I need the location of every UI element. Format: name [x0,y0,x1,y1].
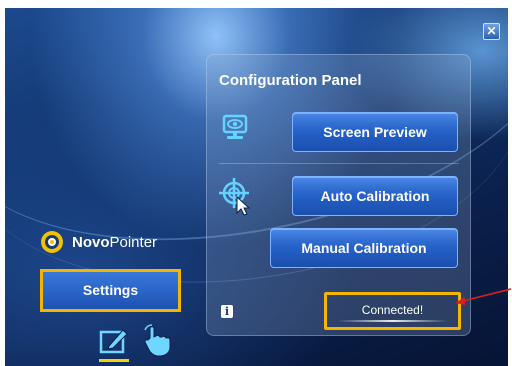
pointer-arrow [455,288,512,305]
hand-touch-icon [144,324,171,357]
novo-logo-icon [41,231,63,253]
active-mode-indicator [99,359,129,362]
status-text: Connected! [361,303,424,317]
crosshair-target-icon [218,177,254,222]
monitor-eye-icon [220,113,250,148]
touch-mode-button[interactable] [141,324,175,363]
novopointer-logo: NovoPointer [40,230,157,254]
manual-calibration-button[interactable]: Manual Calibration [270,228,458,268]
close-icon: ✕ [486,24,497,38]
connection-status: Connected! [324,292,461,330]
configuration-panel: Configuration Panel Screen Preview Auto … [206,54,471,336]
status-glow [337,320,448,322]
panel-title: Configuration Panel [219,72,362,89]
pen-mode-icon [99,329,128,354]
settings-button[interactable]: Settings [40,269,181,312]
pen-mode-button[interactable] [99,326,129,362]
logo-text: NovoPointer [72,233,158,251]
novopointer-window: ✕ Configuration Panel Screen Preview Aut… [5,8,508,366]
close-button[interactable]: ✕ [483,23,500,40]
panel-divider [219,163,459,164]
auto-calibration-button[interactable]: Auto Calibration [292,176,458,216]
screen-preview-button[interactable]: Screen Preview [292,112,458,152]
info-icon[interactable]: i [221,305,233,318]
